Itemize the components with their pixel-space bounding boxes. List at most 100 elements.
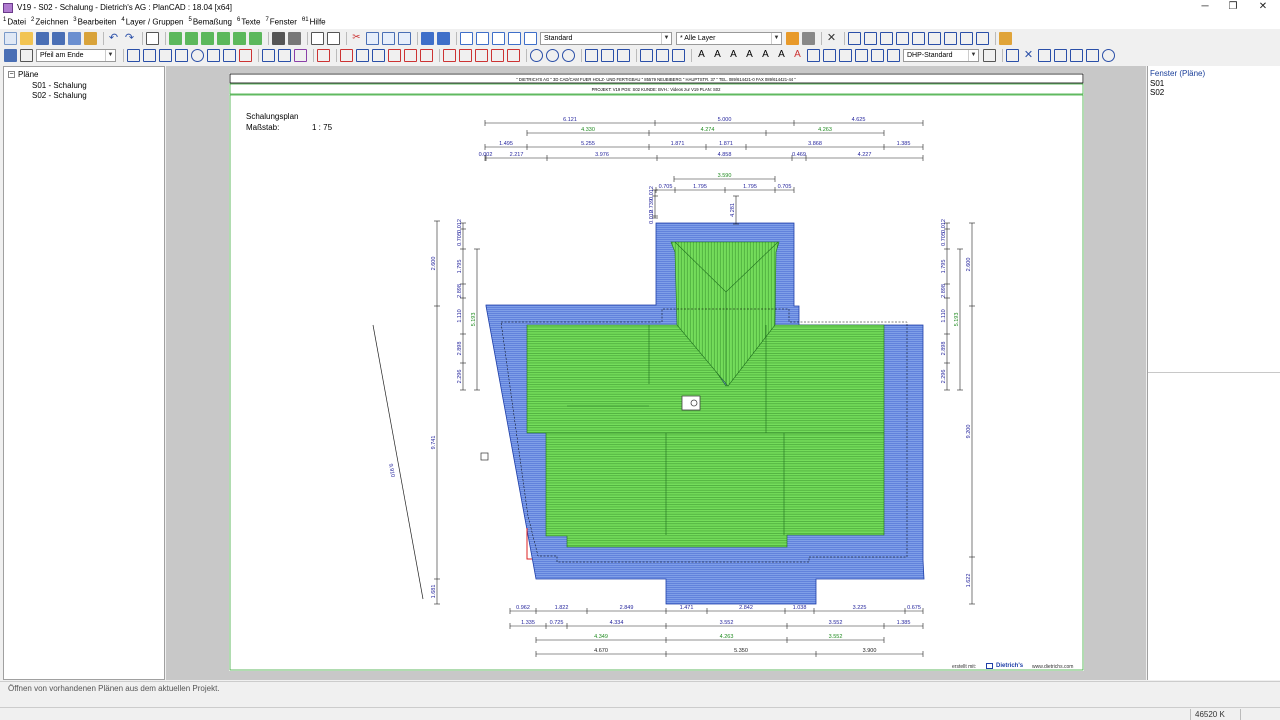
rotate-icon[interactable]	[960, 32, 973, 45]
dim-5-icon[interactable]	[388, 49, 401, 62]
text-5-icon[interactable]: A	[759, 49, 772, 62]
text-4-icon[interactable]: A	[743, 49, 756, 62]
new-file-icon[interactable]	[4, 32, 17, 45]
layer-3-icon[interactable]	[492, 32, 505, 45]
view-5-icon[interactable]	[233, 32, 246, 45]
view-2-icon[interactable]	[185, 32, 198, 45]
text-delete-icon[interactable]: A	[791, 49, 804, 62]
arrow-tool-icon[interactable]	[20, 49, 33, 62]
zoom-window-icon[interactable]	[864, 32, 877, 45]
dim-9-icon[interactable]	[459, 49, 472, 62]
style-combo[interactable]: Standard ▼	[540, 32, 672, 45]
rectangle-icon[interactable]	[175, 49, 188, 62]
layer-1-icon[interactable]	[460, 32, 473, 45]
select-poly-icon[interactable]	[1038, 49, 1051, 62]
parallel-line-icon[interactable]	[159, 49, 172, 62]
mirror-icon[interactable]	[976, 32, 989, 45]
level-1-icon[interactable]	[640, 49, 653, 62]
brush-icon[interactable]	[999, 32, 1012, 45]
menu-hilfe[interactable]: θ1Hilfe	[302, 17, 326, 27]
dim-11-icon[interactable]	[491, 49, 504, 62]
tree-root-plaene[interactable]: − Pläne	[8, 70, 38, 79]
dim-8-icon[interactable]	[443, 49, 456, 62]
close-button[interactable]: ✕	[1246, 0, 1280, 15]
text-3-icon[interactable]: A	[727, 49, 740, 62]
layer-2-icon[interactable]	[476, 32, 489, 45]
maximize-button[interactable]: ❐	[1216, 0, 1250, 15]
dim-7-icon[interactable]	[420, 49, 433, 62]
draw-line-icon[interactable]	[143, 49, 156, 62]
export-icon[interactable]	[84, 32, 97, 45]
spline-icon[interactable]	[223, 49, 236, 62]
paste-icon[interactable]	[382, 32, 395, 45]
zoom-all-icon[interactable]	[880, 32, 893, 45]
select-line-icon[interactable]	[1070, 49, 1083, 62]
erase-line-icon[interactable]	[239, 49, 252, 62]
circle-dim-1-icon[interactable]	[530, 49, 543, 62]
open-folder-icon[interactable]	[20, 32, 33, 45]
layer-manage-icon[interactable]	[802, 32, 815, 45]
view-4-icon[interactable]	[217, 32, 230, 45]
text-8-icon[interactable]	[823, 49, 836, 62]
view-6-icon[interactable]	[249, 32, 262, 45]
text-12-icon[interactable]	[887, 49, 900, 62]
polyline-icon[interactable]	[912, 32, 925, 45]
grid-icon[interactable]	[311, 32, 324, 45]
menu-zeichnen[interactable]: 2Zeichnen	[31, 17, 68, 27]
menu-bemassung[interactable]: 5Bemaßung	[189, 17, 232, 27]
menu-bearbeiten[interactable]: 3Bearbeiten	[73, 17, 116, 27]
layer-4-icon[interactable]	[508, 32, 521, 45]
print-icon[interactable]	[272, 32, 285, 45]
collapse-icon[interactable]: −	[8, 71, 15, 79]
arc-icon[interactable]	[207, 49, 220, 62]
dim-2-icon[interactable]	[340, 49, 353, 62]
select-circle-icon[interactable]	[1102, 49, 1115, 62]
symbol-icon[interactable]	[294, 49, 307, 62]
menu-layer-gruppen[interactable]: 4Layer / Gruppen	[121, 17, 183, 27]
angle-dim-3-icon[interactable]	[617, 49, 630, 62]
dim-style-combo[interactable]: DHP-Standard ▼	[903, 49, 979, 62]
copy-icon[interactable]	[366, 32, 379, 45]
save-as-icon[interactable]	[52, 32, 65, 45]
dim-3-icon[interactable]	[356, 49, 369, 62]
cut-icon[interactable]: ✂	[350, 32, 363, 45]
save-icon[interactable]	[36, 32, 49, 45]
pan-icon[interactable]	[146, 32, 159, 45]
text-10-icon[interactable]	[855, 49, 868, 62]
menu-fenster[interactable]: 7Fenster	[265, 17, 296, 27]
view-3-icon[interactable]	[201, 32, 214, 45]
tree-item-s02[interactable]: S02 - Schalung	[32, 91, 87, 100]
text-1-icon[interactable]: A	[695, 49, 708, 62]
dim-props-icon[interactable]	[983, 49, 996, 62]
level-2-icon[interactable]	[656, 49, 669, 62]
dim-delete-icon[interactable]	[507, 49, 520, 62]
point-icon[interactable]	[127, 49, 140, 62]
window-list-item-s02[interactable]: S02	[1150, 88, 1164, 97]
move-icon[interactable]	[944, 32, 957, 45]
fill-icon[interactable]	[278, 49, 291, 62]
layer-props-icon[interactable]	[786, 32, 799, 45]
layer-combo[interactable]: * Alle Layer ▼	[676, 32, 782, 45]
window-1-icon[interactable]	[421, 32, 434, 45]
arrow-combo[interactable]: Pfeil am Ende ▼	[36, 49, 116, 62]
select-tri-icon[interactable]	[1054, 49, 1067, 62]
dim-10-icon[interactable]	[475, 49, 488, 62]
level-3-icon[interactable]	[672, 49, 685, 62]
menu-datei[interactable]: 1Datei	[3, 17, 26, 27]
text-11-icon[interactable]	[871, 49, 884, 62]
circle-icon[interactable]	[191, 49, 204, 62]
zoom-icon[interactable]	[848, 32, 861, 45]
view-1-icon[interactable]	[169, 32, 182, 45]
angle-dim-1-icon[interactable]	[585, 49, 598, 62]
properties-icon[interactable]	[4, 49, 17, 62]
print-preview-icon[interactable]	[288, 32, 301, 45]
select-pick-icon[interactable]	[1086, 49, 1099, 62]
layer-5-icon[interactable]	[524, 32, 537, 45]
angle-dim-2-icon[interactable]	[601, 49, 614, 62]
window-list-item-s01[interactable]: S01	[1150, 79, 1164, 88]
text-7-icon[interactable]	[807, 49, 820, 62]
select-cross-icon[interactable]: ✕	[1022, 49, 1035, 62]
text-2-icon[interactable]: A	[711, 49, 724, 62]
delete-x-icon[interactable]: ✕	[825, 32, 838, 45]
circle-dim-3-icon[interactable]	[562, 49, 575, 62]
